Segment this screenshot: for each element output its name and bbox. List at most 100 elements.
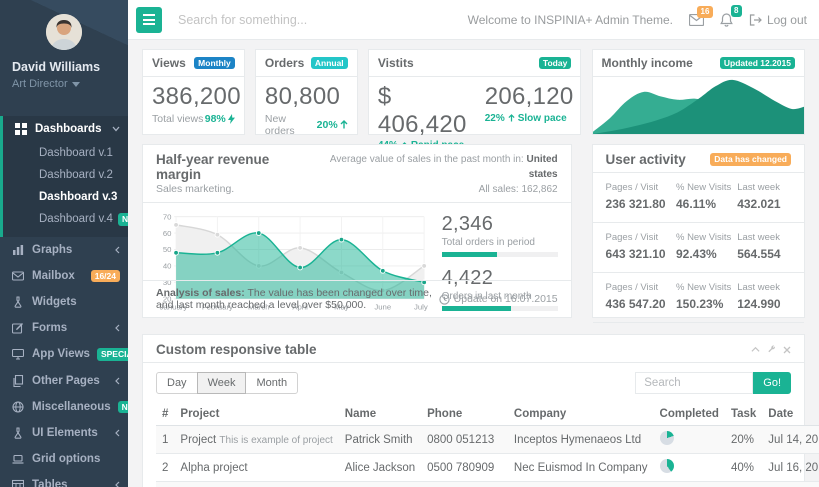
update-timestamp: Update on 16.07.2015 <box>439 293 558 305</box>
svg-text:40: 40 <box>163 262 172 271</box>
sidebar-item-ui-elements[interactable]: UI Elements <box>0 420 128 446</box>
revenue-panel: Half-year revenue margin Sales marketing… <box>142 144 572 318</box>
activity-row: Pages / Visit236 321.80 % New Visits46.1… <box>593 173 804 223</box>
avatar-photo <box>46 14 82 50</box>
completion-pie-chart <box>660 459 674 473</box>
wrench-icon[interactable] <box>767 345 776 354</box>
sidebar-section-dashboards: Dashboards Dashboard v.1 Dashboard v.2 D… <box>0 116 128 237</box>
collapse-icon[interactable] <box>751 346 760 353</box>
sidebar-item-other-pages[interactable]: Other Pages <box>0 368 128 394</box>
views-label: Total views <box>152 113 203 125</box>
panel-title: Custom responsive table <box>156 342 317 357</box>
sidebar-item-widgets[interactable]: Widgets <box>0 289 128 315</box>
new-badge: NEW <box>118 213 128 226</box>
files-icon <box>12 375 25 387</box>
chevron-left-icon <box>115 429 120 437</box>
table-row[interactable]: 1 Project This is example of project Pat… <box>156 426 819 454</box>
user-role-label: Art Director <box>12 78 68 90</box>
card-title: Views <box>152 56 186 70</box>
sidebar-item-label: Dashboards <box>35 123 101 135</box>
table-search-input[interactable] <box>635 372 753 394</box>
visits-right-stat: 206,120 22% Slow pace <box>485 83 574 151</box>
logout-button[interactable]: Log out <box>749 13 807 27</box>
card-title: Orders <box>265 56 304 70</box>
sidebar-item-app-views[interactable]: App Views SPECIAL <box>0 341 128 368</box>
sidebar-item-tables[interactable]: Tables <box>0 472 128 487</box>
messages-button[interactable]: 16 <box>689 14 704 26</box>
dashboards-submenu: Dashboard v.1 Dashboard v.2 Dashboard v.… <box>3 142 128 237</box>
panel-title: Half-year revenue margin <box>156 152 310 182</box>
sidebar-item-dashboard-v1[interactable]: Dashboard v.1 <box>3 142 128 164</box>
week-button[interactable]: Week <box>197 372 247 394</box>
orders-value: 80,800 <box>265 83 348 111</box>
sidebar-item-mailbox[interactable]: Mailbox 16/24 <box>0 263 128 290</box>
sidebar: David Williams Art Director Dashboards <box>0 0 128 487</box>
bolt-icon <box>228 114 235 124</box>
updated-badge: Updated 12.2015 <box>720 57 795 70</box>
close-icon[interactable] <box>783 346 791 354</box>
orders-card: Orders Annual 80,800 New orders 20% <box>255 49 358 135</box>
panel-title: User activity <box>606 152 686 167</box>
date-range-buttons: Day Week Month <box>156 372 298 394</box>
day-button[interactable]: Day <box>156 372 198 394</box>
go-button[interactable]: Go! <box>753 372 791 394</box>
menu-toggle-button[interactable] <box>136 7 162 33</box>
search-input[interactable] <box>176 12 468 28</box>
dashboard-app: David Williams Art Director Dashboards <box>0 0 819 487</box>
all-sales: All sales: 162,862 <box>310 182 557 197</box>
data-changed-badge: Data has changed <box>710 153 791 166</box>
annual-badge: Annual <box>311 57 348 70</box>
visits-card: Vistits Today $ 406,420 44% Rapid pace <box>368 49 581 135</box>
desktop-icon <box>12 348 25 360</box>
panel-subtitle: Sales marketing. <box>156 183 310 195</box>
table-row[interactable]: 2 Alpha project Alice Jackson 0500 78090… <box>156 454 819 482</box>
table-icon <box>12 479 25 487</box>
clock-icon <box>439 294 450 305</box>
sign-out-icon <box>749 14 762 26</box>
card-title: Monthly income <box>602 56 693 70</box>
sidebar-item-dashboard-v4[interactable]: Dashboard v.4NEW <box>3 208 128 231</box>
notifications-button[interactable]: 8 <box>720 13 733 27</box>
views-delta: 98% <box>205 113 235 125</box>
chevron-left-icon <box>115 481 120 487</box>
new-badge: NEW <box>118 401 128 414</box>
svg-text:60: 60 <box>163 229 172 238</box>
sidebar-item-graphs[interactable]: Graphs <box>0 237 128 263</box>
user-role-menu[interactable]: Art Director <box>12 78 116 90</box>
views-card: Views Monthly 386,200 Total views 98% <box>142 49 245 135</box>
chevron-left-icon <box>115 377 120 385</box>
today-badge: Today <box>539 57 571 70</box>
monthly-badge: Monthly <box>194 57 235 70</box>
chevron-down-icon <box>112 126 120 132</box>
orders-label: New orders <box>265 113 317 137</box>
user-name: David Williams <box>12 60 116 74</box>
projects-table: # Project Name Phone Company Completed T… <box>156 403 819 487</box>
table-row[interactable]: 3 Betha project John Smith 0800 1111 Era… <box>156 482 819 487</box>
sidebar-item-dashboard-v3[interactable]: Dashboard v.3 <box>3 186 128 208</box>
month-button[interactable]: Month <box>245 372 298 394</box>
sidebar-nav: Dashboards Dashboard v.1 Dashboard v.2 D… <box>0 116 128 487</box>
bar-chart-icon <box>12 244 25 256</box>
arrow-up-icon <box>340 120 348 129</box>
messages-count-badge: 16 <box>697 6 713 18</box>
page-content: Views Monthly 386,200 Total views 98% <box>128 40 819 487</box>
revenue-line-chart: 203040506070JanuaryFebruaryMarchAprilMay… <box>156 209 430 280</box>
sidebar-item-dashboards[interactable]: Dashboards <box>3 116 128 142</box>
sidebar-item-dashboard-v2[interactable]: Dashboard v.2 <box>3 164 128 186</box>
caret-down-icon <box>72 82 80 87</box>
activity-row: Pages / Visit436 547.20 % New Visits150.… <box>593 273 804 323</box>
envelope-icon <box>12 270 25 282</box>
avatar[interactable] <box>46 14 82 50</box>
views-value: 386,200 <box>152 83 235 111</box>
sidebar-item-grid-options[interactable]: Grid options <box>0 446 128 472</box>
special-badge: SPECIAL <box>97 348 128 361</box>
grid-icon <box>15 123 28 135</box>
custom-table-panel: Custom responsive table Day Week Month <box>142 334 805 487</box>
mailbox-badge: 16/24 <box>91 270 120 283</box>
flask-icon <box>12 427 25 439</box>
visits-left-stat: $ 406,420 44% Rapid pace <box>378 83 467 151</box>
monthly-income-card: Monthly income Updated 12.2015 <box>592 49 805 135</box>
completion-pie-chart <box>660 431 674 445</box>
sidebar-item-miscellaneous[interactable]: Miscellaneous NEW <box>0 394 128 421</box>
sidebar-item-forms[interactable]: Forms <box>0 315 128 341</box>
